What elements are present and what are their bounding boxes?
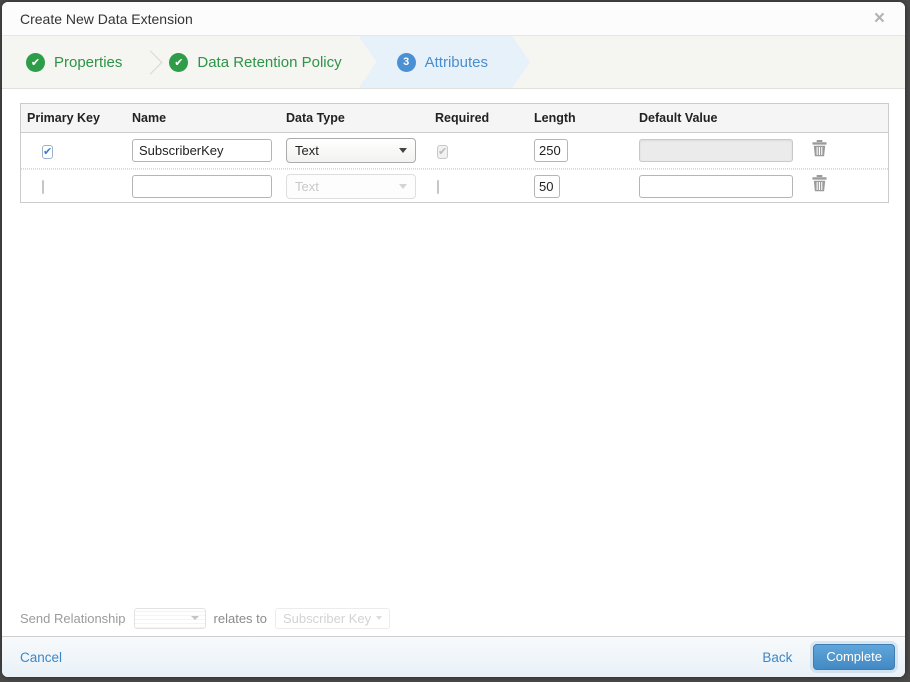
wizard-steps: ✔ Properties ✔ Data Retention Policy 3 A…	[2, 36, 905, 89]
step-attributes[interactable]: 3 Attributes	[359, 36, 530, 88]
chevron-down-icon	[399, 148, 407, 153]
attribute-row: ✔ Text ✔	[21, 133, 888, 169]
data-type-value: Text	[295, 143, 319, 158]
cancel-link[interactable]: Cancel	[20, 650, 62, 665]
chevron-down-icon	[376, 616, 383, 620]
name-input[interactable]	[132, 139, 272, 162]
col-header-length: Length	[534, 111, 576, 125]
step-number-badge: 3	[397, 53, 416, 72]
primary-key-checkbox[interactable]	[42, 180, 44, 194]
data-type-select: Text	[286, 173, 416, 199]
attributes-panel: Primary Key Name Data Type Required Leng…	[2, 89, 905, 636]
dialog-titlebar: Create New Data Extension ×	[2, 2, 905, 36]
col-header-data-type: Data Type	[286, 111, 345, 125]
required-checkbox[interactable]	[437, 180, 439, 194]
length-input[interactable]	[534, 174, 560, 198]
step-label: Data Retention Policy	[197, 53, 342, 71]
send-relationship-row: Send Relationship relates to Subscriber …	[20, 606, 391, 630]
step-complete-check-icon: ✔	[26, 52, 45, 72]
create-data-extension-dialog: Create New Data Extension × ✔ Properties…	[2, 2, 905, 677]
step-label: Attributes	[424, 53, 488, 71]
send-relationship-label: Send Relationship	[20, 610, 126, 626]
attribute-row: Text	[21, 169, 888, 202]
step-separator-chevron-icon	[138, 49, 163, 75]
complete-button[interactable]: Complete	[813, 644, 895, 670]
col-header-name: Name	[132, 111, 167, 125]
col-header-required: Required	[435, 111, 490, 125]
length-input[interactable]	[534, 139, 568, 162]
chevron-down-icon	[399, 183, 407, 189]
data-type-select[interactable]: Text	[286, 138, 416, 163]
relates-to-field-select: Subscriber Key	[275, 607, 391, 629]
required-checkbox: ✔	[437, 144, 449, 159]
data-type-value: Text	[295, 178, 319, 194]
delete-row-icon[interactable]	[812, 139, 827, 162]
default-value-input	[639, 139, 793, 162]
attributes-table: Primary Key Name Data Type Required Leng…	[20, 103, 889, 203]
step-data-retention-policy[interactable]: ✔ Data Retention Policy	[169, 36, 342, 88]
primary-key-checkbox[interactable]: ✔	[42, 144, 54, 159]
relates-to-label: relates to	[213, 610, 268, 626]
chevron-down-icon	[190, 616, 199, 620]
default-value-input[interactable]	[639, 174, 793, 198]
relates-to-field-value: Subscriber Key	[283, 610, 372, 626]
close-icon[interactable]: ×	[870, 7, 889, 30]
step-properties[interactable]: ✔ Properties	[2, 36, 122, 88]
col-header-primary-key: Primary Key	[27, 111, 100, 125]
delete-row-icon[interactable]	[812, 175, 827, 197]
name-input[interactable]	[132, 174, 272, 198]
dialog-title: Create New Data Extension	[20, 10, 193, 27]
attributes-table-header: Primary Key Name Data Type Required Leng…	[21, 104, 888, 133]
col-header-default-value: Default Value	[639, 111, 718, 125]
send-relationship-field-select	[133, 607, 206, 629]
dialog-footer: Cancel Back Complete	[2, 636, 905, 677]
step-complete-check-icon: ✔	[169, 52, 189, 72]
back-link[interactable]: Back	[762, 650, 792, 665]
step-label: Properties	[54, 53, 123, 71]
